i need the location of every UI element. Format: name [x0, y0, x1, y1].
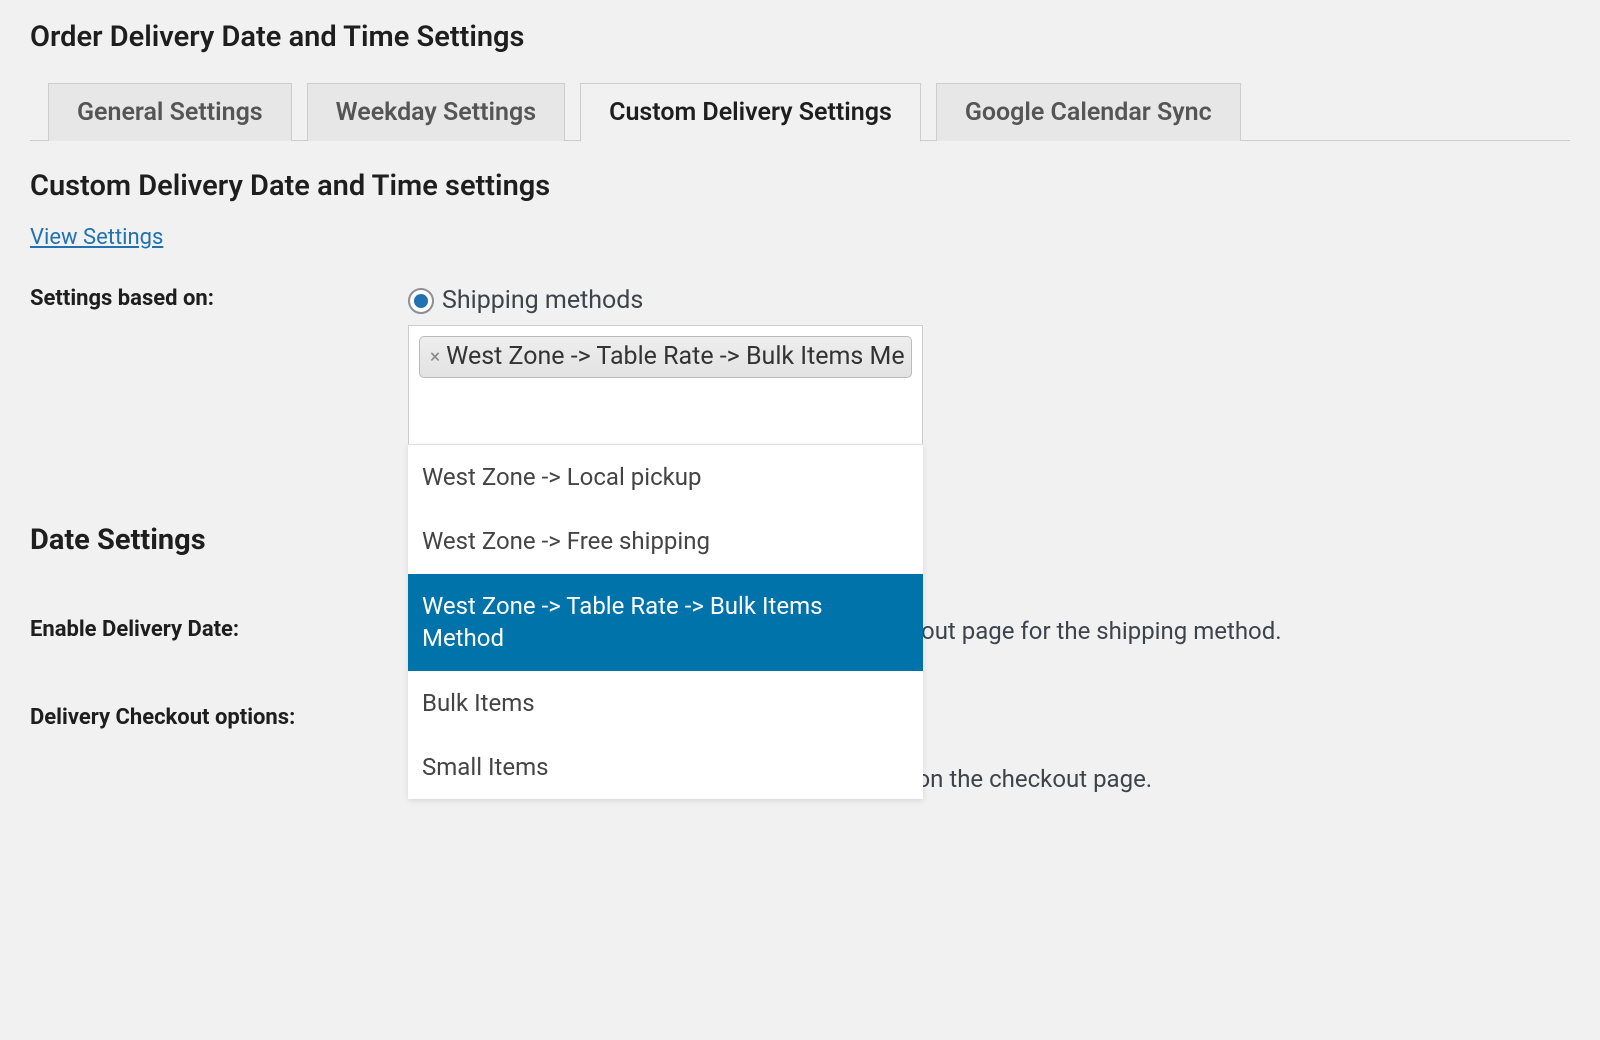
enable-delivery-date-desc: out page for the shipping method. — [921, 617, 1282, 645]
remove-chip-icon[interactable]: × — [430, 345, 440, 368]
selected-chip-label: West Zone -> Table Rate -> Bulk Items Me — [446, 342, 904, 371]
settings-based-on-label: Settings based on: — [30, 286, 214, 311]
selected-shipping-method-chip: × West Zone -> Table Rate -> Bulk Items … — [419, 336, 912, 378]
multiselect-search-area[interactable] — [419, 378, 912, 440]
delivery-checkout-options-label: Delivery Checkout options: — [30, 705, 295, 730]
shipping-methods-radio[interactable] — [408, 288, 434, 314]
section-title: Custom Delivery Date and Time settings — [30, 169, 1570, 203]
option-bulk-items-method[interactable]: West Zone -> Table Rate -> Bulk Items Me… — [408, 574, 923, 671]
settings-tabs: General Settings Weekday Settings Custom… — [48, 82, 1570, 141]
tab-custom-delivery-settings[interactable]: Custom Delivery Settings — [580, 83, 921, 142]
shipping-methods-dropdown: West Zone -> Local pickup West Zone -> F… — [408, 444, 923, 799]
option-local-pickup[interactable]: West Zone -> Local pickup — [408, 445, 923, 509]
option-bulk-items[interactable]: Bulk Items — [408, 671, 923, 735]
shipping-methods-radio-label: Shipping methods — [442, 286, 643, 315]
tab-weekday-settings[interactable]: Weekday Settings — [307, 83, 565, 141]
option-free-shipping[interactable]: West Zone -> Free shipping — [408, 509, 923, 573]
page-title: Order Delivery Date and Time Settings — [30, 20, 1570, 54]
tab-general-settings[interactable]: General Settings — [48, 83, 292, 141]
shipping-methods-multiselect[interactable]: × West Zone -> Table Rate -> Bulk Items … — [408, 325, 923, 445]
tab-google-calendar-sync[interactable]: Google Calendar Sync — [936, 83, 1241, 141]
enable-delivery-date-label: Enable Delivery Date: — [30, 617, 239, 642]
option-small-items[interactable]: Small Items — [408, 735, 923, 799]
view-settings-link[interactable]: View Settings — [30, 225, 163, 250]
